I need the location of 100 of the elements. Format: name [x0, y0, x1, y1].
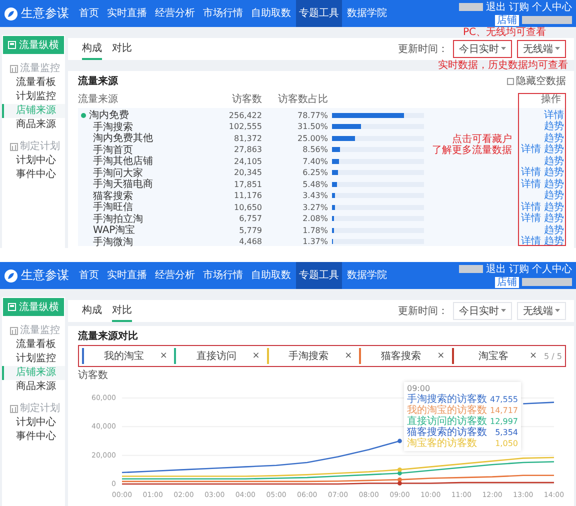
source-chip[interactable]: 淘宝客 ×	[452, 348, 542, 364]
nav-tab[interactable]: 经营分析	[152, 262, 198, 289]
user-link[interactable]: 订购	[509, 264, 529, 274]
source-chip[interactable]: 直接访问 ×	[174, 348, 264, 364]
sidebar-item[interactable]: 计划监控	[2, 352, 65, 366]
nav-tab[interactable]: 自助取数	[248, 0, 294, 27]
sidebar-item[interactable]: 计划中心	[2, 416, 65, 430]
sidebar-item[interactable]: 流量看板	[2, 338, 65, 352]
sidebar-item[interactable]: 流量看板	[2, 76, 65, 90]
nav-tab[interactable]: 数据学院	[344, 0, 390, 27]
nav-tab[interactable]: 专题工具	[296, 262, 342, 289]
chart-icon	[10, 327, 18, 335]
user-link[interactable]: 订购	[509, 2, 529, 12]
tooltip-value: 12,997	[490, 416, 518, 427]
visitor-count: 102,555	[228, 122, 262, 131]
source-name: 手淘天猫电商	[93, 178, 153, 190]
user-link[interactable]: 退出	[486, 2, 506, 12]
action-link[interactable]: 趋势	[544, 178, 564, 190]
tab[interactable]: 对比	[112, 38, 132, 60]
action-link[interactable]: 详情	[521, 202, 541, 212]
sidebar-section-title: 流量监控	[20, 62, 60, 76]
sidebar-item[interactable]: 店铺来源	[2, 104, 65, 118]
action-link[interactable]: 详情	[521, 178, 541, 190]
visitor-count: 6,757	[238, 214, 262, 223]
action-link[interactable]: 趋势	[544, 213, 564, 224]
remove-button[interactable]: ×	[160, 351, 168, 361]
source-chip[interactable]: 手淘搜索 ×	[266, 348, 356, 364]
dropdown[interactable]: 今日实时	[453, 40, 512, 58]
share-percent: 31.50%	[296, 122, 328, 131]
tab[interactable]: 对比	[112, 300, 132, 322]
action-link[interactable]: 趋势	[544, 156, 564, 166]
sidebar-item[interactable]: 商品来源	[2, 380, 65, 394]
tooltip-value: 14,717	[490, 405, 518, 416]
sidebar-item[interactable]: 事件中心	[2, 430, 65, 444]
action-link[interactable]: 详情	[521, 213, 541, 224]
checkbox[interactable]	[507, 78, 514, 84]
visitor-count: 81,372	[233, 134, 262, 142]
sidebar-section-title: 制定计划	[20, 140, 60, 154]
tooltip-label: 淘宝客的访客数	[407, 438, 477, 449]
sidebar-item[interactable]: 店铺来源	[2, 366, 65, 380]
redacted-block	[522, 16, 572, 24]
nav-tab[interactable]: 首页	[76, 262, 102, 289]
nav-tab[interactable]: 实时直播	[104, 0, 150, 27]
source-name: 手淘旺信	[93, 200, 133, 214]
tooltip-value: 47,555	[490, 394, 518, 405]
remove-button[interactable]: ×	[529, 351, 538, 361]
action-link[interactable]: 详情	[521, 236, 541, 247]
nav-tab[interactable]: 首页	[76, 0, 102, 27]
remove-button[interactable]: ×	[252, 351, 260, 361]
tab[interactable]: 构成	[82, 38, 102, 60]
remove-button[interactable]: ×	[437, 351, 445, 361]
shop-badge: 店铺	[495, 276, 519, 288]
chart-icon	[10, 65, 18, 73]
nav-tab[interactable]: 自助取数	[248, 262, 294, 289]
nav-tab[interactable]: 实时直播	[104, 262, 150, 289]
action-link[interactable]: 详情	[521, 144, 541, 155]
sidebar-item[interactable]: 计划中心	[2, 154, 65, 168]
action-link[interactable]: 趋势	[544, 132, 564, 144]
traffic-button[interactable]: 流量纵横	[3, 298, 64, 316]
share-percent: 1.37%	[302, 237, 328, 246]
user-link[interactable]: 个人中心	[532, 2, 572, 12]
source-chip[interactable]: 猫客搜索 ×	[359, 348, 449, 364]
chart-icon	[10, 143, 18, 151]
expand-dot[interactable]	[81, 112, 86, 118]
dropdown[interactable]: 今日实时	[453, 302, 512, 320]
action-link[interactable]: 详情	[544, 110, 564, 120]
action-link[interactable]: 趋势	[544, 190, 564, 201]
tab[interactable]: 构成	[82, 300, 102, 322]
nav-tab[interactable]: 市场行情	[200, 262, 246, 289]
dropdown[interactable]: 无线端	[517, 302, 566, 320]
tooltip-value: 5,354	[495, 427, 518, 438]
action-link[interactable]: 趋势	[544, 167, 564, 178]
sidebar-section-title: 制定计划	[20, 402, 60, 416]
user-link[interactable]: 个人中心	[532, 264, 572, 274]
source-chip[interactable]: 我的淘宝 ×	[82, 348, 172, 364]
nav-tab[interactable]: 经营分析	[152, 0, 198, 27]
remove-button[interactable]: ×	[344, 351, 352, 361]
action-link[interactable]: 趋势	[544, 121, 564, 132]
annotation-text: 了解更多流量数据	[432, 145, 512, 156]
monitor-icon	[8, 303, 16, 311]
nav-tab[interactable]: 专题工具	[296, 0, 342, 27]
traffic-button[interactable]: 流量纵横	[3, 36, 64, 54]
source-name: 手淘问大家	[93, 166, 143, 178]
card-title: 流量来源	[78, 74, 118, 88]
share-percent: 3.43%	[302, 191, 328, 200]
dropdown[interactable]: 无线端	[517, 40, 566, 58]
action-link[interactable]: 趋势	[544, 236, 564, 247]
sidebar-item[interactable]: 事件中心	[2, 168, 65, 182]
sidebar-item[interactable]: 商品来源	[2, 118, 65, 132]
action-link[interactable]: 详情	[521, 167, 541, 178]
visitor-count: 10,650	[233, 202, 262, 212]
user-link[interactable]: 退出	[486, 264, 506, 274]
visitor-count: 24,105	[233, 156, 262, 166]
action-link[interactable]: 趋势	[544, 202, 564, 212]
nav-tab[interactable]: 数据学院	[344, 262, 390, 289]
nav-tab[interactable]: 市场行情	[200, 0, 246, 27]
sidebar-item[interactable]: 计划监控	[2, 90, 65, 104]
share-percent: 3.27%	[302, 202, 328, 212]
action-link[interactable]: 趋势	[544, 144, 564, 155]
action-link[interactable]: 趋势	[544, 224, 564, 236]
